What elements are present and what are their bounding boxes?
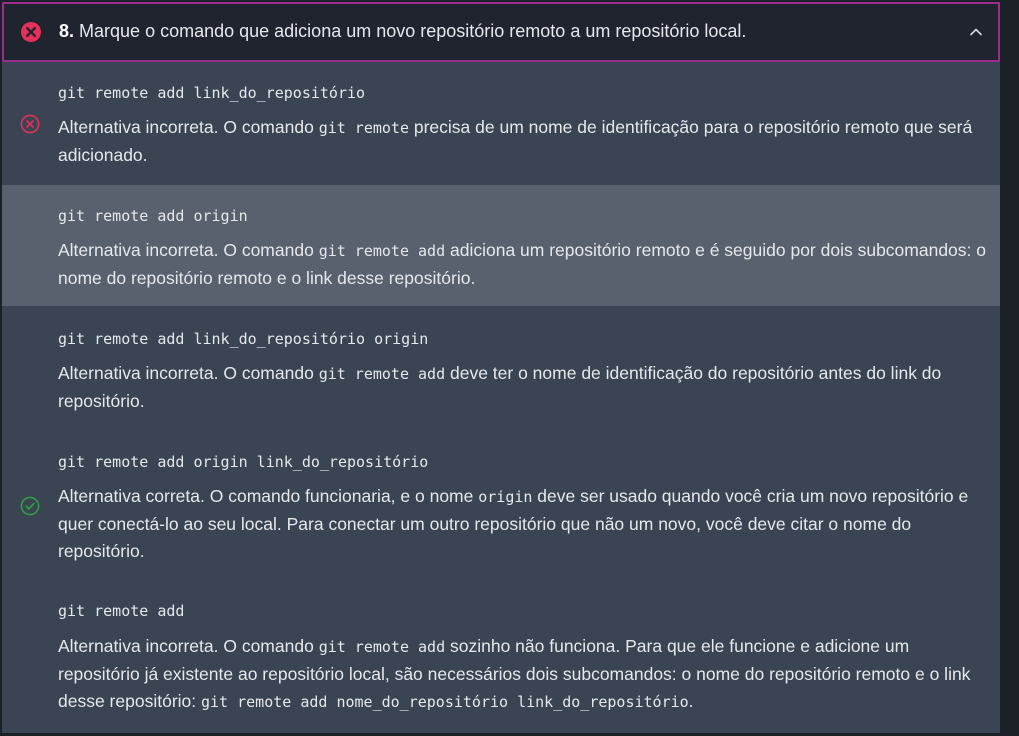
alternative-code: git remote add <box>58 602 185 620</box>
chevron-up-icon[interactable] <box>968 24 984 40</box>
alternative-code: git remote add link_do_repositório origi… <box>58 330 429 348</box>
feedback-code: git remote add <box>318 365 446 383</box>
check-circle-outline-icon <box>20 496 40 516</box>
feedback-code: git remote add <box>318 638 446 656</box>
feedback-text: Alternativa correta. O comando funcionar… <box>58 486 479 506</box>
alternative-1[interactable]: git remote add link_do_repositório Alter… <box>2 62 1000 184</box>
x-circle-filled-icon <box>21 22 41 42</box>
alternative-3[interactable]: git remote add link_do_repositório origi… <box>2 307 1000 430</box>
x-circle-outline-icon <box>20 114 40 134</box>
alternative-5[interactable]: git remote add Alternativa incorreta. O … <box>2 580 1000 733</box>
feedback-text: Alternativa incorreta. O comando <box>58 117 319 137</box>
feedback-code: origin <box>478 488 533 506</box>
feedback-code: git remote add <box>318 242 446 260</box>
alternative-4[interactable]: git remote add origin link_do_repositóri… <box>2 431 1000 579</box>
feedback-text: Alternativa incorreta. O comando <box>58 240 319 260</box>
feedback-code: git remote add nome_do_repositório link_… <box>201 693 689 711</box>
alternative-feedback: Alternativa incorreta. O comando git rem… <box>58 360 988 415</box>
alternative-2[interactable]: git remote add origin Alternativa incorr… <box>2 185 1000 306</box>
alternative-code: git remote add origin link_do_repositóri… <box>58 453 429 471</box>
alternative-feedback: Alternativa correta. O comando funcionar… <box>58 483 988 565</box>
alternative-code: git remote add origin <box>58 207 248 225</box>
question-title: 8. Marque o comando que adiciona um novo… <box>59 21 746 42</box>
alternative-feedback: Alternativa incorreta. O comando git rem… <box>58 237 988 292</box>
alternative-code: git remote add link_do_repositório <box>58 84 366 102</box>
feedback-text: Alternativa incorreta. O comando <box>58 636 319 656</box>
alternative-feedback: Alternativa incorreta. O comando git rem… <box>58 114 988 169</box>
question-header[interactable]: 8. Marque o comando que adiciona um novo… <box>2 2 1000 62</box>
alternative-feedback: Alternativa incorreta. O comando git rem… <box>58 633 988 716</box>
question-number: 8. <box>59 21 75 41</box>
feedback-text: Alternativa incorreta. O comando <box>58 363 319 383</box>
question-panel: 8. Marque o comando que adiciona um novo… <box>2 2 1000 733</box>
question-text: Marque o comando que adiciona um novo re… <box>79 21 747 41</box>
feedback-text: . <box>688 691 694 711</box>
feedback-code: git remote <box>318 119 409 137</box>
